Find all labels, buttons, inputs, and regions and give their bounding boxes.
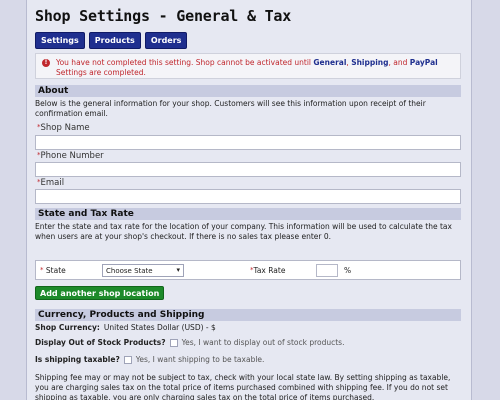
currency-section-header: Currency, Products and Shipping xyxy=(35,309,461,321)
alert-sep-2: , and xyxy=(388,58,410,67)
about-section-header: About xyxy=(35,85,461,97)
out-of-stock-option-text: Yes, I want to display out of stock prod… xyxy=(181,338,345,347)
about-description: Below is the general information for you… xyxy=(35,99,426,118)
state-select-value: Choose State xyxy=(106,267,153,275)
email-label: *Email xyxy=(37,178,64,188)
out-of-stock-row: Display Out of Stock Products? Yes, I wa… xyxy=(35,338,344,347)
phone-number-label: *Phone Number xyxy=(37,151,104,161)
alert-text-before: You have not completed this setting. Sho… xyxy=(56,58,314,67)
required-marker: * xyxy=(40,266,44,274)
email-label-text: Email xyxy=(40,178,65,188)
shop-name-label: *Shop Name xyxy=(37,123,90,133)
tax-rate-input[interactable] xyxy=(316,264,338,277)
page-title: Shop Settings - General & Tax xyxy=(35,7,292,25)
shipping-taxable-checkbox[interactable] xyxy=(123,355,132,364)
tab-bar: Settings Products Orders xyxy=(35,32,188,49)
general-link[interactable]: General xyxy=(313,58,346,67)
settings-panel: Shop Settings - General & Tax Settings P… xyxy=(26,0,472,400)
out-of-stock-checkbox[interactable] xyxy=(169,338,178,347)
tab-settings[interactable]: Settings xyxy=(35,32,85,49)
shop-name-label-text: Shop Name xyxy=(40,123,90,133)
shipping-link[interactable]: Shipping xyxy=(351,58,388,67)
shipping-taxable-option-text: Yes, I want shipping to be taxable. xyxy=(135,355,265,364)
tax-rate-label: *Tax Rate xyxy=(250,266,285,275)
alert-text-after: Settings are completed. xyxy=(56,68,146,77)
percent-sign: % xyxy=(344,266,352,275)
shipping-tax-note: Shipping fee may or may not be subject t… xyxy=(35,373,451,400)
phone-number-field[interactable] xyxy=(35,162,461,177)
tax-rate-label-text: Tax Rate xyxy=(253,266,286,275)
tab-orders[interactable]: Orders xyxy=(144,32,188,49)
phone-number-label-text: Phone Number xyxy=(40,151,104,161)
state-tax-section-header: State and Tax Rate xyxy=(35,208,461,220)
shipping-taxable-row: Is shipping taxable? Yes, I want shippin… xyxy=(35,355,264,364)
state-label: * State xyxy=(40,266,66,275)
shop-currency-row: Shop Currency: United States Dollar (USD… xyxy=(35,323,216,332)
add-shop-location-button[interactable]: Add another shop location xyxy=(35,286,165,300)
state-label-text: State xyxy=(45,266,66,275)
out-of-stock-label: Display Out of Stock Products? xyxy=(35,338,166,347)
paypal-link[interactable]: PayPal xyxy=(410,58,438,67)
shipping-taxable-label: Is shipping taxable? xyxy=(35,355,120,364)
tab-products[interactable]: Products xyxy=(88,32,141,49)
shop-currency-label: Shop Currency: xyxy=(35,323,100,332)
incomplete-settings-alert: ! You have not completed this setting. S… xyxy=(35,53,461,79)
shop-location-row: * State Choose State ▾ *Tax Rate % xyxy=(35,260,461,280)
shop-currency-value: United States Dollar (USD) - $ xyxy=(103,323,216,332)
shop-name-field[interactable] xyxy=(35,135,461,150)
chevron-down-icon: ▾ xyxy=(176,266,180,274)
state-tax-description: Enter the state and tax rate for the loc… xyxy=(35,222,452,241)
error-icon: ! xyxy=(42,59,50,67)
state-select[interactable]: Choose State ▾ xyxy=(102,264,184,277)
email-field[interactable] xyxy=(35,189,461,204)
